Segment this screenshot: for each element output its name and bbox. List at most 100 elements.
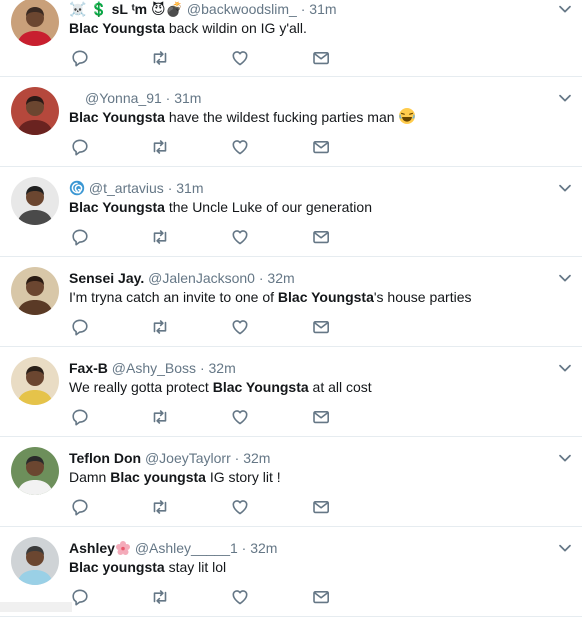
username-handle[interactable]: @backwoodslim_	[187, 1, 297, 17]
avatar[interactable]	[11, 267, 59, 315]
chevron-down-icon[interactable]	[558, 541, 572, 555]
tweet-text: I'm tryna catch an invite to one of Blac…	[69, 287, 552, 307]
avatar[interactable]	[11, 0, 59, 46]
username-handle[interactable]: @JalenJackson0	[148, 270, 255, 286]
heart-icon[interactable]	[230, 497, 250, 517]
swirl-icon	[69, 180, 85, 196]
chevron-down-icon[interactable]	[558, 181, 572, 195]
tweet-header: @Yonna_91 · 31m	[69, 89, 542, 107]
mention-name: Blac Youngsta	[69, 199, 165, 215]
avatar[interactable]	[11, 87, 59, 135]
tweet-timestamp[interactable]: 31m	[309, 1, 336, 17]
tweet-text-after: have the wildest fucking parties man	[164, 109, 395, 125]
envelope-icon[interactable]	[311, 48, 331, 68]
username-handle[interactable]: @Ashy_Boss	[112, 360, 196, 376]
envelope-icon[interactable]	[311, 587, 331, 607]
reply-icon[interactable]	[70, 407, 90, 427]
tweet-text: We really gotta protect Blac Youngsta at…	[69, 377, 552, 397]
blossom-emoji-icon	[115, 540, 131, 556]
tweet-timestamp[interactable]: 32m	[250, 540, 277, 556]
mention-name: Blac youngsta	[110, 469, 206, 485]
tweet-text: Blac Youngsta have the wildest fucking p…	[69, 107, 552, 127]
heart-icon[interactable]	[230, 48, 250, 68]
avatar[interactable]	[11, 447, 59, 495]
tweet[interactable]: Fax-B @Ashy_Boss · 32m We really gotta pr…	[0, 347, 582, 437]
mention-name: Blac Youngsta	[69, 109, 165, 125]
tweet[interactable]: Sensei Jay. @JalenJackson0 · 32m I'm tryn…	[0, 257, 582, 347]
avatar[interactable]	[11, 357, 59, 405]
tweet-actions	[70, 137, 340, 157]
tweet[interactable]: @t_artavius · 31m Blac Youngsta the Uncle…	[0, 167, 582, 257]
tweet[interactable]: ☠️ 💲 sL ᵗm 😈💣 @backwoodslim_ · 31m Blac Y…	[0, 0, 582, 77]
chevron-down-icon[interactable]	[558, 361, 572, 375]
mention-name: Blac youngsta	[69, 559, 165, 575]
display-name[interactable]: Fax-B	[69, 360, 108, 376]
username-handle[interactable]: @Yonna_91	[85, 90, 162, 106]
retweet-icon[interactable]	[150, 407, 170, 427]
tweet-actions	[70, 407, 340, 427]
envelope-icon[interactable]	[311, 497, 331, 517]
chevron-down-icon[interactable]	[558, 271, 572, 285]
heart-icon[interactable]	[230, 317, 250, 337]
mention-name: Blac Youngsta	[69, 20, 165, 36]
tweet[interactable]: Teflon Don @JoeyTaylorr · 32m Damn Blac y…	[0, 437, 582, 527]
retweet-icon[interactable]	[150, 48, 170, 68]
envelope-icon[interactable]	[311, 317, 331, 337]
separator-dot: ·	[165, 90, 171, 106]
mention-name: Blac Youngsta	[277, 289, 374, 305]
heart-icon[interactable]	[230, 227, 250, 247]
chevron-down-icon[interactable]	[558, 2, 572, 16]
tweet-timestamp[interactable]: 31m	[176, 180, 203, 196]
tweet-header: @t_artavius · 31m	[69, 179, 542, 197]
retweet-icon[interactable]	[150, 227, 170, 247]
envelope-icon[interactable]	[311, 227, 331, 247]
reply-icon[interactable]	[70, 587, 90, 607]
separator-dot: ·	[234, 450, 240, 466]
chevron-down-icon[interactable]	[558, 91, 572, 105]
tweet-actions	[70, 317, 340, 337]
reply-icon[interactable]	[70, 497, 90, 517]
avatar[interactable]	[11, 537, 59, 585]
display-name[interactable]: ☠️ 💲 sL ᵗm 😈💣	[69, 1, 183, 17]
tweet-timestamp[interactable]: 32m	[243, 450, 270, 466]
retweet-icon[interactable]	[150, 497, 170, 517]
tweet-header: Ashley @Ashley_____1 · 32m	[69, 539, 542, 557]
reply-icon[interactable]	[70, 227, 90, 247]
tweet-text-before: Damn	[69, 469, 111, 485]
reply-icon[interactable]	[70, 137, 90, 157]
separator-dot: ·	[258, 270, 264, 286]
tweet-text: Blac youngsta stay lit lol	[69, 557, 552, 577]
tweet-text: Blac Youngsta back wildin on IG y'all.	[69, 18, 552, 38]
username-handle[interactable]: @t_artavius	[89, 180, 164, 196]
retweet-icon[interactable]	[150, 587, 170, 607]
username-handle[interactable]: @Ashley_____1	[135, 540, 238, 556]
heart-icon[interactable]	[230, 407, 250, 427]
tweet-text-after: 's house parties	[373, 289, 472, 305]
heart-icon[interactable]	[230, 137, 250, 157]
reply-icon[interactable]	[70, 48, 90, 68]
tweet-header: Sensei Jay. @JalenJackson0 · 32m	[69, 269, 542, 287]
tweet-timestamp[interactable]: 32m	[267, 270, 294, 286]
tweet-timestamp[interactable]: 31m	[174, 90, 201, 106]
tweet[interactable]: @Yonna_91 · 31m Blac Youngsta have the wi…	[0, 77, 582, 167]
tweet[interactable]: Ashley @Ashley_____1 · 32m Blac youngsta …	[0, 527, 582, 617]
username-handle[interactable]: @JoeyTaylorr	[145, 450, 231, 466]
tweet-text-after: at all cost	[308, 379, 372, 395]
reply-icon[interactable]	[70, 317, 90, 337]
mention-name: Blac Youngsta	[212, 379, 309, 395]
separator-dot: ·	[300, 1, 306, 17]
avatar[interactable]	[11, 177, 59, 225]
envelope-icon[interactable]	[311, 407, 331, 427]
heart-icon[interactable]	[230, 587, 250, 607]
display-name[interactable]: Teflon Don	[69, 450, 141, 466]
tweet-feed: ☠️ 💲 sL ᵗm 😈💣 @backwoodslim_ · 31m Blac Y…	[0, 0, 582, 617]
envelope-icon[interactable]	[311, 137, 331, 157]
tweet-actions	[70, 587, 340, 607]
chevron-down-icon[interactable]	[558, 451, 572, 465]
tweet-text-before: We really gotta protect	[69, 379, 213, 395]
tweet-timestamp[interactable]: 32m	[209, 360, 236, 376]
display-name[interactable]: Sensei Jay.	[69, 270, 144, 286]
retweet-icon[interactable]	[150, 317, 170, 337]
retweet-icon[interactable]	[150, 137, 170, 157]
display-name[interactable]: Ashley	[69, 540, 115, 556]
